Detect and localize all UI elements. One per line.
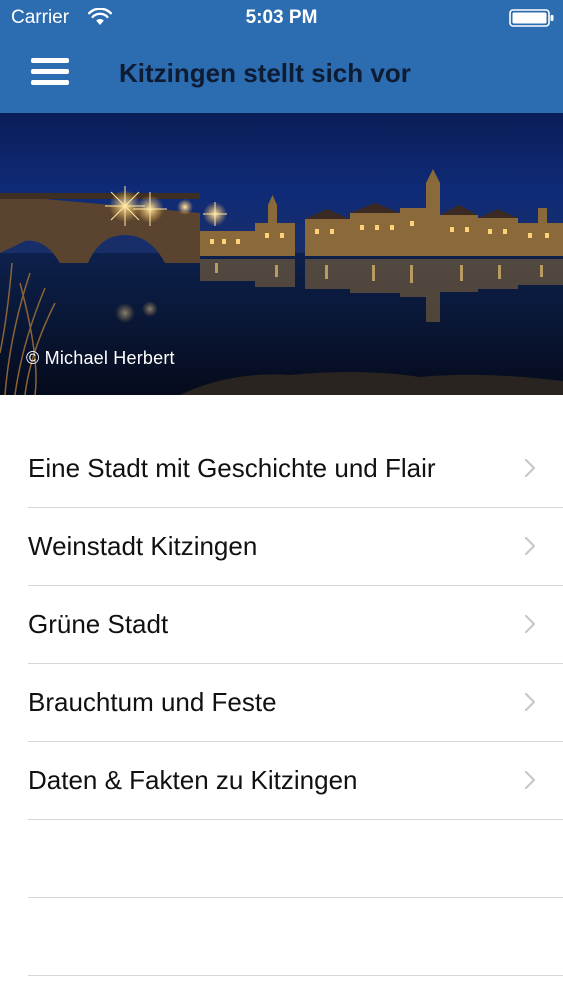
chevron-right-icon [524, 536, 536, 556]
list-item-label: Eine Stadt mit Geschichte und Flair [28, 453, 436, 483]
list-item-daten-fakten[interactable]: Daten & Fakten zu Kitzingen [28, 742, 563, 820]
list-item-label: Daten & Fakten zu Kitzingen [28, 765, 358, 795]
chevron-right-icon [524, 614, 536, 634]
empty-list-row [28, 820, 563, 898]
list-item-brauchtum[interactable]: Brauchtum und Feste [28, 664, 563, 742]
list-item-geschichte[interactable]: Eine Stadt mit Geschichte und Flair [28, 430, 563, 508]
hamburger-menu-icon[interactable] [28, 54, 72, 90]
chevron-right-icon [524, 692, 536, 712]
menu-list: Eine Stadt mit Geschichte und Flair Wein… [0, 430, 563, 976]
list-item-gruene-stadt[interactable]: Grüne Stadt [28, 586, 563, 664]
navigation-bar: Kitzingen stellt sich vor [0, 36, 563, 113]
chevron-right-icon [524, 458, 536, 478]
app-header: Carrier 5:03 PM Kitzingen stellt sich vo… [0, 0, 563, 113]
empty-list-row [28, 898, 563, 976]
battery-full-icon [509, 9, 554, 27]
list-item-weinstadt[interactable]: Weinstadt Kitzingen [28, 508, 563, 586]
status-bar: Carrier 5:03 PM [0, 0, 563, 36]
list-item-label: Grüne Stadt [28, 609, 169, 639]
list-item-label: Brauchtum und Feste [28, 687, 277, 717]
hero-image: © Michael Herbert [0, 113, 563, 395]
clock: 5:03 PM [245, 7, 318, 28]
chevron-right-icon [524, 770, 536, 790]
page-title: Kitzingen stellt sich vor [119, 58, 411, 88]
list-item-label: Weinstadt Kitzingen [28, 531, 258, 561]
photo-credit: © Michael Herbert [26, 348, 175, 368]
